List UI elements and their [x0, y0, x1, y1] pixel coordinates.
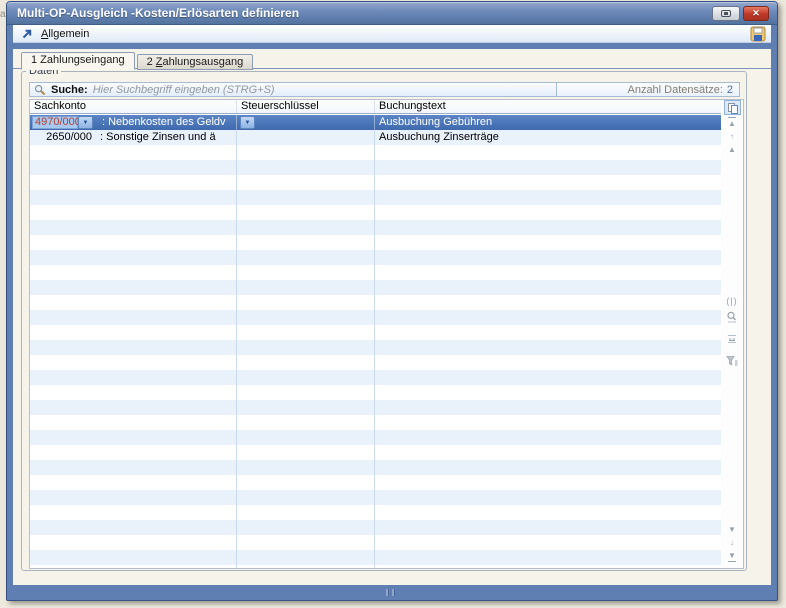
table-row-empty[interactable] [30, 295, 722, 310]
table-row-empty[interactable] [30, 310, 722, 325]
table-row-empty[interactable] [30, 205, 722, 220]
data-table: Sachkonto Steuerschlüssel Buchungstext 4… [29, 99, 744, 569]
table-row-empty[interactable] [30, 175, 722, 190]
table-body: 4970/000 ▼ : Nebenkosten des Geldv ▼ Aus… [30, 115, 722, 568]
table-row-empty[interactable] [30, 400, 722, 415]
account-description: : Sonstige Zinsen und ä [100, 130, 216, 145]
account-input[interactable]: 4970/000 [32, 116, 78, 129]
table-row-empty[interactable] [30, 370, 722, 385]
search-icon [34, 84, 46, 96]
table-tools-group: (|) [721, 296, 743, 372]
column-header-buchungstext[interactable]: Buchungstext [375, 100, 722, 113]
table-header: Sachkonto Steuerschlüssel Buchungstext [30, 100, 722, 114]
search-placeholder: Hier Suchbegriff eingeben (STRG+S) [93, 84, 275, 96]
app-window: Multi-OP-Ausgleich -Kosten/Erlösarten de… [6, 1, 778, 601]
table-row-empty[interactable] [30, 490, 722, 505]
tab-strip: 1 Zahlungseingang 2 Zahlungsausgang [21, 52, 253, 70]
search-list-icon[interactable] [721, 310, 743, 328]
table-row-empty[interactable] [30, 220, 722, 235]
table-row-empty[interactable] [30, 340, 722, 355]
title-bar[interactable]: Multi-OP-Ausgleich -Kosten/Erlösarten de… [7, 2, 777, 25]
menu-item-allgemein[interactable]: Allgemein [41, 28, 89, 40]
search-bar: Suche: Hier Suchbegriff eingeben (STRG+S… [29, 82, 740, 97]
table-row-empty[interactable] [30, 325, 722, 340]
table-row-empty[interactable] [30, 385, 722, 400]
table-row-empty[interactable] [30, 475, 722, 490]
table-row-empty[interactable] [30, 355, 722, 370]
window-controls: ✕ [712, 6, 769, 21]
table-row-empty[interactable] [30, 520, 722, 535]
window-body: 1 Zahlungseingang 2 Zahlungsausgang Date… [13, 49, 771, 585]
dock-icon [721, 10, 731, 17]
close-button[interactable]: ✕ [743, 6, 769, 21]
resize-grip-icon[interactable] [386, 589, 395, 596]
search-label: Suche: [51, 84, 88, 96]
chevron-down-icon: ▼ [245, 120, 251, 126]
dock-button[interactable] [712, 6, 740, 21]
table-row-empty[interactable] [30, 280, 722, 295]
column-header-sachkonto[interactable]: Sachkonto [30, 100, 237, 113]
scroll-first-icon[interactable]: ▲ [721, 117, 743, 130]
record-count-label: Anzahl Datensätze: [627, 84, 722, 96]
table-scroll-strip: ▲ ↑ ▲ (|) [721, 100, 743, 568]
table-row-empty[interactable] [30, 190, 722, 205]
account-description: : Nebenkosten des Geldv [102, 115, 226, 130]
chevron-down-icon: ▼ [83, 120, 89, 126]
scroll-last-icon[interactable]: ▼ [721, 549, 743, 562]
save-icon[interactable] [750, 26, 766, 42]
scroll-down-group: ▼ ↓ ▼ [721, 523, 743, 562]
table-row-empty[interactable] [30, 145, 722, 160]
tab-zahlungseingang[interactable]: 1 Zahlungseingang [21, 52, 135, 70]
table-row-empty[interactable] [30, 565, 722, 568]
booking-text: Ausbuchung Zinserträge [375, 130, 499, 145]
table-row-empty[interactable] [30, 160, 722, 175]
table-row-empty[interactable] [30, 430, 722, 445]
booking-text: Ausbuchung Gebühren [375, 115, 492, 130]
table-row-empty[interactable] [30, 460, 722, 475]
search-input[interactable]: Suche: Hier Suchbegriff eingeben (STRG+S… [30, 83, 556, 96]
northeast-arrow-icon [21, 28, 33, 40]
table-row-empty[interactable] [30, 535, 722, 550]
page-up-icon[interactable]: ↑ [721, 130, 743, 143]
table-row-empty[interactable] [30, 505, 722, 520]
window-title: Multi-OP-Ausgleich -Kosten/Erlösarten de… [13, 6, 299, 20]
table-row-empty[interactable] [30, 235, 722, 250]
tab-zahlungsausgang[interactable]: 2 Zahlungsausgang [137, 54, 254, 70]
daten-groupbox: Daten Suche: Hier Suchbegriff eingeben (… [21, 71, 747, 571]
sum-icon[interactable] [721, 332, 743, 350]
scroll-up-group: ▲ ↑ ▲ [721, 117, 743, 156]
account-number: 2650/000 [30, 130, 92, 145]
toolbar: Allgemein [13, 25, 771, 43]
column-width-icon[interactable]: (|) [721, 296, 743, 306]
copy-icon[interactable] [724, 100, 741, 115]
table-row-empty[interactable] [30, 265, 722, 280]
table-row-empty[interactable] [30, 250, 722, 265]
close-icon: ✕ [752, 8, 760, 19]
scroll-next-icon[interactable]: ▼ [721, 523, 743, 536]
table-row-empty[interactable] [30, 550, 722, 565]
tax-dropdown-button[interactable]: ▼ [240, 116, 255, 129]
record-count-value: 2 [727, 84, 733, 96]
filter-icon[interactable] [721, 354, 743, 372]
page-down-icon[interactable]: ↓ [721, 536, 743, 549]
table-row[interactable]: 2650/000 : Sonstige Zinsen und ä Ausbuch… [30, 130, 722, 145]
table-row-selected[interactable]: 4970/000 ▼ : Nebenkosten des Geldv ▼ Aus… [30, 115, 722, 130]
column-header-steuerschluessel[interactable]: Steuerschlüssel [237, 100, 375, 113]
table-row-empty[interactable] [30, 415, 722, 430]
window-bottom-frame[interactable] [7, 585, 777, 600]
record-count-panel: Anzahl Datensätze: 2 [556, 83, 739, 96]
scroll-prev-icon[interactable]: ▲ [721, 143, 743, 156]
table-row-empty[interactable] [30, 445, 722, 460]
account-dropdown-button[interactable]: ▼ [78, 116, 93, 129]
